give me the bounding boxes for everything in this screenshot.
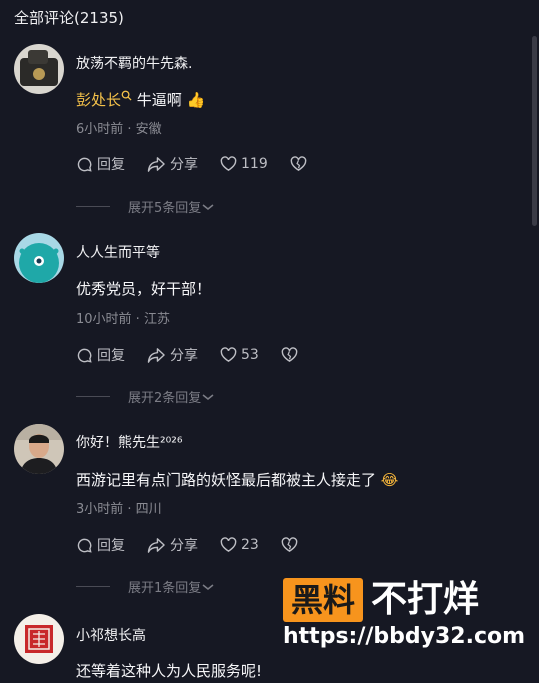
comments-header: 全部评论(2135) (14, 9, 124, 27)
avatar[interactable] (14, 614, 64, 664)
like-count: 53 (241, 347, 259, 363)
comment-actions: 回复 分享 23 (76, 535, 324, 555)
chevron-down-icon (202, 583, 214, 590)
watermark-url: https://bbdy32.com (283, 624, 526, 649)
chevron-down-icon (202, 203, 214, 210)
watermark-title: 不打烊 (371, 579, 480, 620)
divider (76, 586, 110, 587)
share-button[interactable]: 分享 (147, 345, 198, 365)
avatar[interactable] (14, 424, 64, 474)
comment-text: 还等着这种人为人民服务呢! (76, 662, 263, 680)
search-icon (121, 90, 132, 101)
username[interactable]: 人人生而平等 (76, 242, 160, 262)
share-icon (147, 156, 165, 172)
username[interactable]: 放荡不羁的牛先森. (76, 53, 192, 73)
watermark-logo-box: 黑料 (283, 578, 363, 622)
share-button[interactable]: 分享 (147, 154, 198, 174)
comment-body: 牛逼啊 (136, 91, 182, 109)
share-icon (147, 347, 165, 363)
share-icon (147, 537, 165, 553)
share-button[interactable]: 分享 (147, 535, 198, 555)
divider (76, 396, 110, 397)
dislike-button[interactable] (281, 347, 302, 363)
like-count: 119 (241, 156, 268, 172)
comment-text: 优秀党员，好干部！ (76, 280, 212, 298)
reply-icon (77, 157, 92, 172)
username[interactable]: 你好！熊先生²⁰²⁶ (76, 432, 182, 452)
like-button[interactable]: 23 (220, 537, 259, 553)
like-count: 23 (241, 537, 259, 553)
username[interactable]: 小祁想长高 (76, 625, 146, 645)
expand-replies-button[interactable]: 展开1条回复 (76, 577, 215, 596)
heart-icon (220, 156, 237, 171)
comment-meta: 3小时前 · 四川 (76, 502, 162, 517)
avatar[interactable] (14, 44, 64, 94)
avatar[interactable] (14, 233, 64, 283)
comment-actions: 回复 分享 119 (76, 154, 333, 174)
broken-heart-icon (290, 156, 307, 171)
reply-icon (77, 538, 92, 553)
chevron-down-icon (202, 393, 214, 400)
like-button[interactable]: 53 (220, 347, 259, 363)
comment-body: 西游记里有点门路的妖怪最后都被主人接走了 (76, 471, 377, 489)
thumbs-up-emoji: 👍 (186, 91, 206, 109)
like-button[interactable]: 119 (220, 156, 268, 172)
expand-replies-button[interactable]: 展开5条回复 (76, 197, 215, 216)
heart-icon (220, 347, 237, 362)
comment-text: 彭处长 牛逼啊 👍 (76, 89, 205, 110)
comment-actions: 回复 分享 53 (76, 345, 324, 365)
mention-link[interactable]: 彭处长 (76, 90, 132, 109)
reply-button[interactable]: 回复 (76, 154, 125, 174)
dislike-button[interactable] (290, 156, 311, 172)
scrollbar[interactable] (532, 36, 537, 226)
divider (76, 206, 110, 207)
reply-icon (77, 348, 92, 363)
comment-meta: 6小时前 · 安徽 (76, 122, 162, 137)
broken-heart-icon (281, 347, 298, 362)
broken-heart-icon (281, 537, 298, 552)
reply-button[interactable]: 回复 (76, 345, 125, 365)
comment-meta: 10小时前 · 江苏 (76, 312, 170, 327)
reply-button[interactable]: 回复 (76, 535, 125, 555)
comment-text: 西游记里有点门路的妖怪最后都被主人接走了 😂 (76, 469, 398, 490)
dislike-button[interactable] (281, 537, 302, 553)
laughing-emoji: 😂 (380, 471, 399, 489)
expand-replies-button[interactable]: 展开2条回复 (76, 387, 215, 406)
heart-icon (220, 537, 237, 552)
